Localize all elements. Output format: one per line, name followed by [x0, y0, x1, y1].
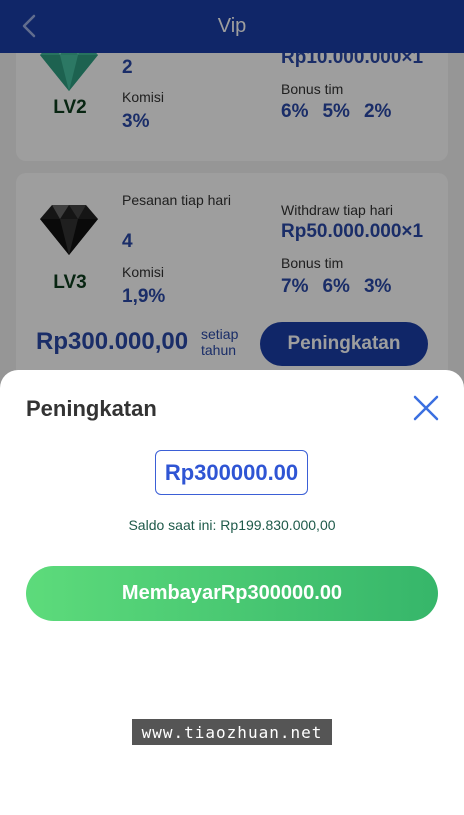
- watermark: www.tiaozhuan.net: [132, 719, 332, 745]
- upgrade-sheet: Peningkatan Rp300000.00 Saldo saat ini: …: [0, 370, 464, 815]
- pay-button[interactable]: MembayarRp300000.00: [26, 566, 438, 621]
- sheet-title: Peningkatan: [26, 396, 157, 421]
- amount-box[interactable]: Rp300000.00: [155, 450, 308, 495]
- close-icon[interactable]: [410, 392, 442, 424]
- balance-text: Saldo saat ini: Rp199.830.000,00: [128, 517, 336, 533]
